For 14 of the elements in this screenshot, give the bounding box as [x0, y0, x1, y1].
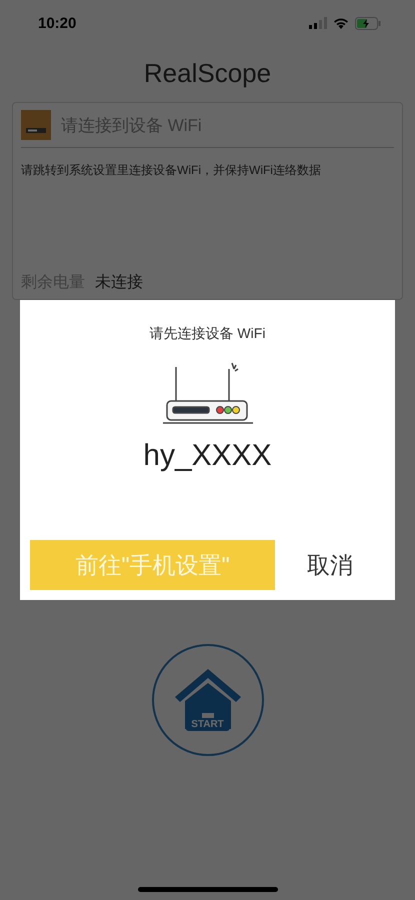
status-time: 10:20 — [38, 14, 76, 32]
battery-icon — [355, 16, 381, 30]
router-icon — [21, 110, 51, 140]
card-description: 请跳转到系统设置里连接设备WiFi，并保持WiFi连络数据 — [21, 162, 322, 179]
router-icon — [162, 361, 254, 425]
start-button[interactable]: START — [152, 644, 264, 756]
battery-status: 未连接 — [95, 272, 143, 293]
dialog-title: 请先连接设备 WiFi — [150, 325, 266, 343]
network-name: hy_XXXX — [143, 439, 272, 473]
open-settings-button[interactable]: 前往"手机设置" — [30, 540, 275, 590]
signal-icon — [309, 17, 327, 29]
app-title: RealScope — [142, 58, 272, 90]
wifi-icon — [333, 17, 349, 29]
cancel-button[interactable]: 取消 — [275, 540, 385, 590]
